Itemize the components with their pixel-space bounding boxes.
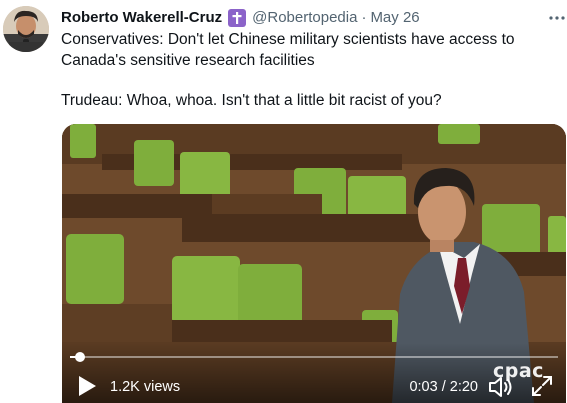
tweet-header: Roberto Wakerell-Cruz @Robertopedia · Ma… (61, 8, 561, 28)
progress-bar[interactable] (70, 352, 558, 362)
separator-dot: · (361, 9, 367, 26)
author-name[interactable]: Roberto Wakerell-Cruz (61, 8, 222, 28)
view-count: 1.2K views (110, 379, 181, 395)
play-icon[interactable] (76, 374, 98, 398)
more-horizontal-icon[interactable] (547, 8, 567, 28)
author-handle[interactable]: @Robertopedia (252, 8, 357, 28)
tweet-line: Trudeau: Whoa, whoa. Isn't that a little… (61, 92, 442, 109)
avatar[interactable] (3, 6, 49, 52)
tweet-date[interactable]: May 26 (370, 8, 419, 28)
fullscreen-icon[interactable] (530, 374, 554, 398)
tweet-line: Conservatives: Don't let Chinese militar… (61, 31, 515, 69)
tweet: Roberto Wakerell-Cruz @Robertopedia · Ma… (0, 0, 567, 403)
cross-icon (228, 9, 247, 27)
avatar-image (3, 6, 49, 52)
video-player[interactable]: cpac 1.2K views 0:03 / 2:20 (62, 124, 566, 403)
video-time: 0:03 / 2:20 (409, 379, 478, 395)
tweet-text: Conservatives: Don't let Chinese militar… (61, 30, 561, 112)
volume-icon[interactable] (488, 375, 514, 399)
